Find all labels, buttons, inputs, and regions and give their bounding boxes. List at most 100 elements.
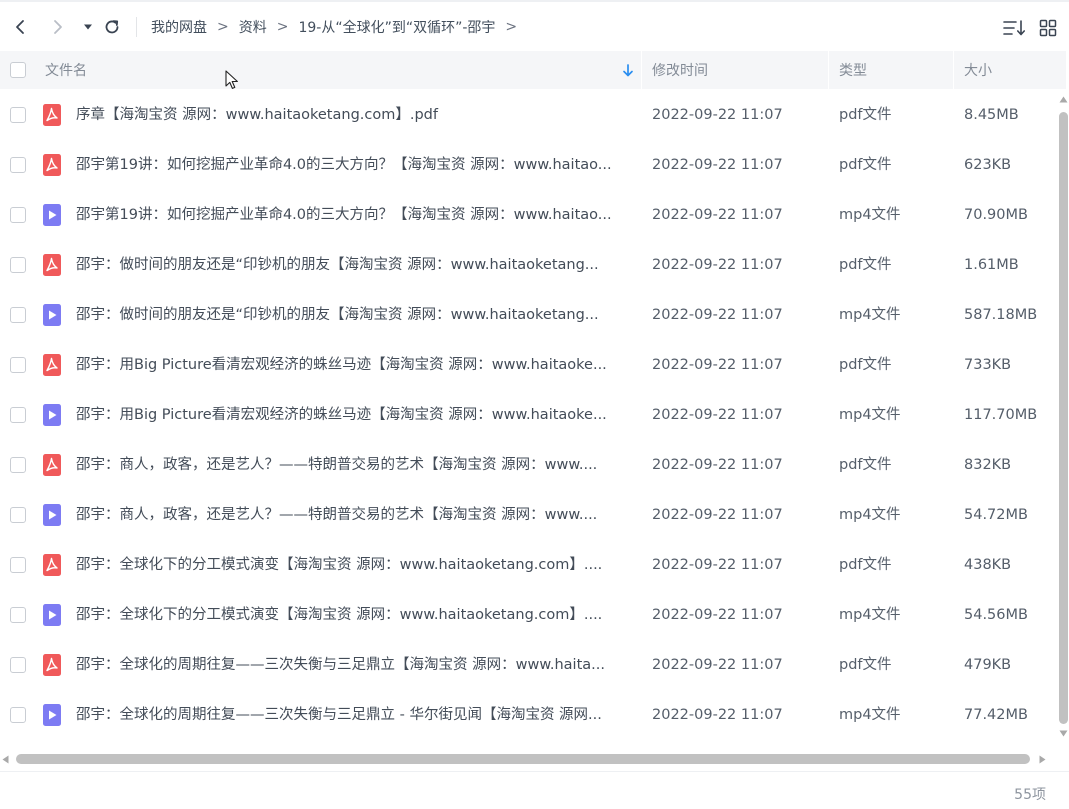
row-checkbox[interactable] <box>10 207 26 223</box>
pdf-file-icon <box>43 354 61 376</box>
grid-view-button[interactable] <box>1036 16 1060 40</box>
file-size: 438KB <box>964 557 1012 573</box>
breadcrumb-item-current-folder[interactable]: 19-从“全球化”到“双循环”-邵宇 <box>298 17 495 37</box>
scroll-right-arrow-icon[interactable] <box>1039 755 1046 764</box>
vertical-scrollbar[interactable] <box>1056 92 1069 742</box>
breadcrumb-separator: > <box>505 19 518 35</box>
history-dropdown-button[interactable] <box>76 15 100 39</box>
item-count: 55项 <box>1014 787 1046 803</box>
row-checkbox[interactable] <box>10 557 26 573</box>
table-row[interactable]: 邵宇：做时间的朋友还是“印钞机的朋友【海淘宝资 源网：www.haitaoket… <box>0 240 1056 290</box>
column-header-size[interactable]: 大小 <box>964 51 1064 89</box>
file-modified-time: 2022-09-22 11:07 <box>652 207 783 223</box>
row-checkbox[interactable] <box>10 457 26 473</box>
row-checkbox[interactable] <box>10 307 26 323</box>
toolbar-divider <box>136 17 137 37</box>
table-row[interactable]: 邵宇：用Big Picture看清宏观经济的蛛丝马迹【海淘宝资 源网：www.h… <box>0 390 1056 440</box>
row-checkbox[interactable] <box>10 707 26 723</box>
checkbox[interactable] <box>10 62 26 78</box>
file-name[interactable]: 邵宇：做时间的朋友还是“印钞机的朋友【海淘宝资 源网：www.haitaoket… <box>76 254 632 276</box>
refresh-icon <box>105 20 119 34</box>
file-modified-time: 2022-09-22 11:07 <box>652 307 783 323</box>
select-all-checkbox[interactable] <box>10 51 26 89</box>
video-file-icon <box>43 704 61 726</box>
file-type: mp4文件 <box>839 607 901 623</box>
scroll-down-arrow-icon[interactable] <box>1059 730 1068 737</box>
scroll-up-arrow-icon[interactable] <box>1059 96 1068 103</box>
file-size: 8.45MB <box>964 107 1019 123</box>
breadcrumb-separator: > <box>217 19 229 35</box>
file-name[interactable]: 邵宇：做时间的朋友还是“印钞机的朋友【海淘宝资 源网：www.haitaoket… <box>76 304 632 326</box>
file-name[interactable]: 邵宇：全球化的周期往复——三次失衡与三足鼎立【海淘宝资 源网：www.haita… <box>76 654 632 676</box>
column-divider[interactable] <box>953 51 954 89</box>
file-size: 587.18MB <box>964 307 1038 323</box>
file-name[interactable]: 邵宇：用Big Picture看清宏观经济的蛛丝马迹【海淘宝资 源网：www.h… <box>76 354 632 376</box>
file-modified-time: 2022-09-22 11:07 <box>652 107 783 123</box>
table-row[interactable]: 邵宇第19讲：如何挖掘产业革命4.0的三大方向？【海淘宝资 源网：www.hai… <box>0 140 1056 190</box>
row-checkbox[interactable] <box>10 507 26 523</box>
back-button[interactable] <box>8 15 32 39</box>
caret-down-icon <box>84 24 92 30</box>
table-row[interactable]: 邵宇：用Big Picture看清宏观经济的蛛丝马迹【海淘宝资 源网：www.h… <box>0 340 1056 390</box>
file-modified-time: 2022-09-22 11:07 <box>652 157 783 173</box>
column-header-name[interactable]: 文件名 <box>45 51 640 89</box>
pdf-file-icon <box>43 104 61 126</box>
row-checkbox[interactable] <box>10 657 26 673</box>
sort-button[interactable] <box>1002 16 1026 40</box>
horizontal-scroll-thumb[interactable] <box>16 754 1030 764</box>
chevron-right-icon <box>54 20 62 34</box>
file-name[interactable]: 邵宇第19讲：如何挖掘产业革命4.0的三大方向？【海淘宝资 源网：www.hai… <box>76 154 632 176</box>
table-row[interactable]: 邵宇：全球化下的分工模式演变【海淘宝资 源网：www.haitaoketang.… <box>0 540 1056 590</box>
breadcrumb-item-my-drive[interactable]: 我的网盘 <box>151 17 207 37</box>
scroll-left-arrow-icon[interactable] <box>2 755 9 764</box>
file-name[interactable]: 邵宇：商人，政客，还是艺人？——特朗普交易的艺术【海淘宝资 源网：www.... <box>76 504 632 526</box>
table-row[interactable]: 邵宇：全球化下的分工模式演变【海淘宝资 源网：www.haitaoketang.… <box>0 590 1056 640</box>
file-size: 77.42MB <box>964 707 1028 723</box>
column-header-type[interactable]: 类型 <box>839 51 953 89</box>
column-divider[interactable] <box>641 51 642 89</box>
status-bar: 55项 <box>0 771 1069 809</box>
column-divider[interactable] <box>828 51 829 89</box>
file-name[interactable]: 邵宇第19讲：如何挖掘产业革命4.0的三大方向？【海淘宝资 源网：www.hai… <box>76 204 632 226</box>
video-file-icon <box>43 504 61 526</box>
file-type: pdf文件 <box>839 357 892 373</box>
row-checkbox[interactable] <box>10 157 26 173</box>
table-row[interactable]: 邵宇：全球化的周期往复——三次失衡与三足鼎立 - 华尔街见闻【海淘宝资 源网..… <box>0 690 1056 740</box>
file-type: mp4文件 <box>839 707 901 723</box>
vertical-scroll-thumb[interactable] <box>1059 112 1068 724</box>
breadcrumb-separator: > <box>276 19 289 35</box>
file-type: pdf文件 <box>839 107 892 123</box>
file-name[interactable]: 邵宇：全球化的周期往复——三次失衡与三足鼎立 - 华尔街见闻【海淘宝资 源网..… <box>76 704 632 726</box>
horizontal-scrollbar[interactable] <box>0 752 1056 766</box>
table-row[interactable]: 邵宇：做时间的朋友还是“印钞机的朋友【海淘宝资 源网：www.haitaoket… <box>0 290 1056 340</box>
file-type: pdf文件 <box>839 657 892 673</box>
row-checkbox[interactable] <box>10 357 26 373</box>
file-modified-time: 2022-09-22 11:07 <box>652 407 783 423</box>
table-row[interactable]: 邵宇：商人，政客，还是艺人？——特朗普交易的艺术【海淘宝资 源网：www....… <box>0 440 1056 490</box>
table-row[interactable]: 邵宇：全球化的周期往复——三次失衡与三足鼎立【海淘宝资 源网：www.haita… <box>0 640 1056 690</box>
sort-descending-icon[interactable] <box>622 64 634 77</box>
video-file-icon <box>43 304 61 326</box>
refresh-button[interactable] <box>100 15 124 39</box>
file-name[interactable]: 邵宇：用Big Picture看清宏观经济的蛛丝马迹【海淘宝资 源网：www.h… <box>76 404 632 426</box>
file-name[interactable]: 邵宇：全球化下的分工模式演变【海淘宝资 源网：www.haitaoketang.… <box>76 604 632 626</box>
file-modified-time: 2022-09-22 11:07 <box>652 357 783 373</box>
sort-list-icon <box>1003 20 1025 36</box>
file-modified-time: 2022-09-22 11:07 <box>652 707 783 723</box>
table-row[interactable]: 邵宇第19讲：如何挖掘产业革命4.0的三大方向？【海淘宝资 源网：www.hai… <box>0 190 1056 240</box>
file-name[interactable]: 邵宇：全球化下的分工模式演变【海淘宝资 源网：www.haitaoketang.… <box>76 554 632 576</box>
breadcrumb-item-materials[interactable]: 资料 <box>239 17 267 37</box>
file-type: pdf文件 <box>839 257 892 273</box>
file-name[interactable]: 序章【海淘宝资 源网：www.haitaoketang.com】.pdf <box>76 104 632 126</box>
table-row[interactable]: 邵宇：商人，政客，还是艺人？——特朗普交易的艺术【海淘宝资 源网：www....… <box>0 490 1056 540</box>
file-name[interactable]: 邵宇：商人，政客，还是艺人？——特朗普交易的艺术【海淘宝资 源网：www.... <box>76 454 632 476</box>
row-checkbox[interactable] <box>10 407 26 423</box>
forward-button[interactable] <box>46 15 70 39</box>
row-checkbox[interactable] <box>10 107 26 123</box>
mouse-cursor-icon <box>225 70 238 89</box>
file-list: 序章【海淘宝资 源网：www.haitaoketang.com】.pdf 202… <box>0 90 1056 740</box>
table-row[interactable]: 序章【海淘宝资 源网：www.haitaoketang.com】.pdf 202… <box>0 90 1056 140</box>
column-header-modified[interactable]: 修改时间 <box>652 51 828 89</box>
row-checkbox[interactable] <box>10 257 26 273</box>
row-checkbox[interactable] <box>10 607 26 623</box>
